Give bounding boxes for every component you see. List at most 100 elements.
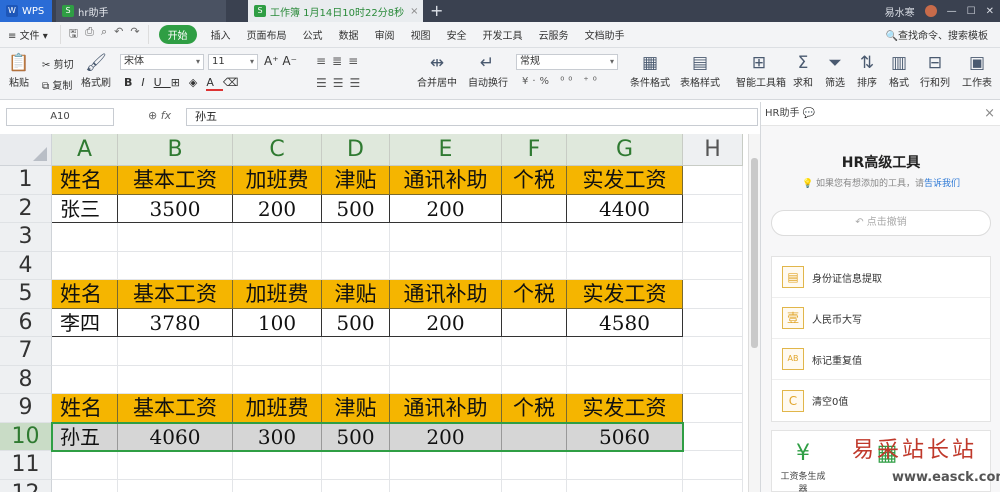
data-cell[interactable]: 200 bbox=[390, 308, 502, 337]
scrollbar-thumb[interactable] bbox=[751, 158, 758, 348]
row-header[interactable]: 8 bbox=[0, 365, 52, 394]
data-cell[interactable]: 5060 bbox=[567, 422, 683, 451]
grid-cell[interactable] bbox=[118, 451, 233, 480]
formula-input[interactable]: 孙五 bbox=[186, 108, 758, 126]
header-cell[interactable]: 个税 bbox=[502, 166, 567, 195]
data-cell[interactable] bbox=[502, 422, 567, 451]
grid-cell[interactable] bbox=[567, 451, 683, 480]
row-header[interactable]: 11 bbox=[0, 451, 52, 480]
fx-icon[interactable]: fx bbox=[161, 109, 171, 122]
header-cell[interactable]: 个税 bbox=[502, 394, 567, 423]
row-header[interactable]: 5 bbox=[0, 280, 52, 309]
font-family-select[interactable]: 宋体 bbox=[120, 54, 204, 70]
header-cell[interactable]: 通讯补助 bbox=[390, 166, 502, 195]
zoom-icon[interactable]: ⊕ bbox=[148, 109, 157, 122]
data-cell[interactable]: 500 bbox=[322, 308, 390, 337]
sort-button[interactable]: ⇅ 排序 bbox=[856, 52, 878, 89]
grid-cell[interactable] bbox=[502, 451, 567, 480]
clear-icon[interactable]: ⌫ bbox=[223, 76, 248, 89]
table-style-button[interactable]: ▤ 表格样式 bbox=[678, 52, 722, 89]
close-icon[interactable]: × bbox=[410, 6, 418, 17]
new-tab-icon[interactable]: + bbox=[430, 1, 443, 20]
number-tools[interactable]: ¥·% ⁰⁰ ⁺⁰ bbox=[522, 76, 601, 87]
grid-cell[interactable] bbox=[118, 223, 233, 252]
grid-cell[interactable] bbox=[322, 337, 390, 366]
column-header[interactable]: E bbox=[390, 134, 502, 166]
vertical-scrollbar[interactable] bbox=[748, 134, 760, 492]
grid-cell[interactable] bbox=[52, 337, 118, 366]
grid-cell[interactable] bbox=[683, 337, 743, 366]
grid-cell[interactable] bbox=[567, 337, 683, 366]
font-color-icon[interactable]: A bbox=[206, 76, 223, 91]
undo-icon[interactable]: ↶ bbox=[114, 25, 123, 44]
format-button[interactable]: ▥ 格式 bbox=[888, 52, 910, 89]
tab-formula[interactable]: 公式 bbox=[295, 27, 331, 42]
row-header[interactable]: 6 bbox=[0, 308, 52, 337]
header-cell[interactable]: 津贴 bbox=[322, 166, 390, 195]
header-cell[interactable]: 实发工资 bbox=[567, 280, 683, 309]
fill-color-icon[interactable]: ◈ bbox=[189, 76, 206, 89]
filter-button[interactable]: ⏷ 筛选 bbox=[824, 52, 846, 89]
header-cell[interactable]: 实发工资 bbox=[567, 394, 683, 423]
grid-cell[interactable] bbox=[118, 337, 233, 366]
wrap-text-button[interactable]: ↵ 自动换行 bbox=[468, 52, 508, 89]
tab-cloud[interactable]: 云服务 bbox=[531, 27, 577, 42]
row-header[interactable]: 3 bbox=[0, 223, 52, 252]
tool-clear-zero[interactable]: C 清空0值 bbox=[772, 380, 990, 421]
data-cell[interactable]: 李四 bbox=[52, 308, 118, 337]
data-cell[interactable]: 3500 bbox=[118, 194, 233, 223]
data-cell[interactable]: 100 bbox=[233, 308, 322, 337]
tab-workbook[interactable]: S 工作簿 1月14日10时22分8秒 × bbox=[248, 0, 423, 22]
grid-cell[interactable] bbox=[502, 337, 567, 366]
sum-button[interactable]: Σ 求和 bbox=[792, 52, 814, 89]
undo-button[interactable]: ↶ 点击撤销 bbox=[771, 210, 991, 236]
tab-security[interactable]: 安全 bbox=[439, 27, 475, 42]
tab-insert[interactable]: 插入 bbox=[203, 27, 239, 42]
grid-cell[interactable] bbox=[390, 479, 502, 492]
data-cell[interactable]: 4580 bbox=[567, 308, 683, 337]
row-header[interactable]: 9 bbox=[0, 394, 52, 423]
column-header[interactable]: C bbox=[233, 134, 322, 166]
tab-view[interactable]: 视图 bbox=[403, 27, 439, 42]
paste-button[interactable]: 📋 粘贴 bbox=[6, 52, 32, 89]
grid-cell[interactable] bbox=[683, 394, 743, 423]
grid-cell[interactable] bbox=[390, 365, 502, 394]
grid-cell[interactable] bbox=[233, 337, 322, 366]
grid-cell[interactable] bbox=[52, 251, 118, 280]
font-size-select[interactable]: 11 bbox=[208, 54, 258, 70]
user-name[interactable]: 易水寒 bbox=[885, 4, 915, 19]
grid-cell[interactable] bbox=[52, 223, 118, 252]
grid-cell[interactable] bbox=[322, 451, 390, 480]
grid-cell[interactable] bbox=[322, 223, 390, 252]
grid-cell[interactable] bbox=[683, 479, 743, 492]
grid-cell[interactable] bbox=[52, 479, 118, 492]
grid-cell[interactable] bbox=[683, 422, 743, 451]
grid-cell[interactable] bbox=[683, 451, 743, 480]
data-cell[interactable] bbox=[502, 194, 567, 223]
tool-mark-duplicates[interactable]: AB 标记重复值 bbox=[772, 339, 990, 380]
grid-cell[interactable] bbox=[233, 365, 322, 394]
data-cell[interactable]: 4400 bbox=[567, 194, 683, 223]
valign-group[interactable]: ≡≣≡ bbox=[316, 54, 364, 68]
grid-cell[interactable] bbox=[683, 308, 743, 337]
row-header[interactable]: 7 bbox=[0, 337, 52, 366]
grid-cell[interactable] bbox=[322, 365, 390, 394]
header-cell[interactable]: 实发工资 bbox=[567, 166, 683, 195]
rowcol-button[interactable]: ⊟ 行和列 bbox=[920, 52, 950, 89]
grid-cell[interactable] bbox=[502, 223, 567, 252]
smart-tools-button[interactable]: ⊞ 智能工具箱 bbox=[736, 52, 786, 89]
italic-icon[interactable]: I bbox=[141, 76, 153, 89]
grid-cell[interactable] bbox=[683, 365, 743, 394]
grid-cell[interactable] bbox=[233, 479, 322, 492]
header-cell[interactable]: 基本工资 bbox=[118, 280, 233, 309]
row-header[interactable]: 4 bbox=[0, 251, 52, 280]
grid-cell[interactable] bbox=[502, 365, 567, 394]
file-menu[interactable]: ≡ 文件 ▾ bbox=[0, 27, 56, 42]
grid-cell[interactable] bbox=[683, 166, 743, 195]
select-all-corner[interactable] bbox=[0, 134, 52, 166]
border-icon[interactable]: ⊞ bbox=[171, 76, 189, 89]
avatar[interactable] bbox=[924, 5, 937, 17]
grid-cell[interactable] bbox=[502, 251, 567, 280]
tab-developer[interactable]: 开发工具 bbox=[475, 27, 531, 42]
column-header[interactable]: B bbox=[118, 134, 233, 166]
